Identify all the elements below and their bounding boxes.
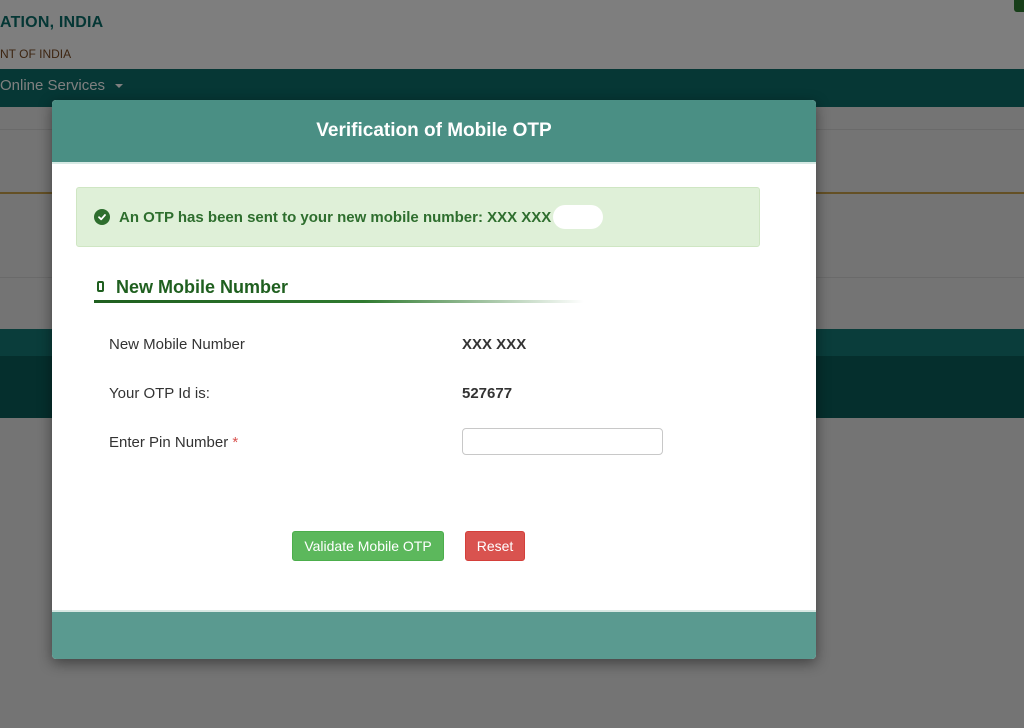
modal-header: Verification of Mobile OTP: [52, 100, 816, 164]
pin-number-label: Enter Pin Number *: [109, 434, 238, 451]
section-title: New Mobile Number: [116, 277, 289, 297]
redacted-number-mask: [553, 205, 604, 229]
check-circle-icon: [94, 209, 110, 225]
modal-title: Verification of Mobile OTP: [316, 120, 552, 141]
required-marker: *: [232, 434, 239, 451]
section-heading: New Mobile Number: [94, 276, 584, 306]
alert-message: An OTP has been sent to your new mobile …: [119, 208, 552, 226]
pin-number-input[interactable]: [462, 428, 663, 455]
mobile-number-label: New Mobile Number: [109, 336, 245, 353]
pin-label-text: Enter Pin Number: [109, 434, 229, 451]
otp-sent-alert: An OTP has been sent to your new mobile …: [76, 187, 760, 247]
modal-footer: [52, 610, 816, 659]
otp-id-value: 527677: [462, 385, 513, 402]
mobile-number-value: XXX XXX: [462, 336, 527, 353]
otp-verification-modal: Verification of Mobile OTP An OTP has be…: [52, 100, 816, 659]
otp-id-label: Your OTP Id is:: [109, 385, 210, 402]
validate-otp-button[interactable]: Validate Mobile OTP: [292, 531, 444, 561]
mobile-phone-icon: [97, 281, 104, 292]
reset-button[interactable]: Reset: [465, 531, 525, 561]
section-underline: [94, 300, 584, 303]
